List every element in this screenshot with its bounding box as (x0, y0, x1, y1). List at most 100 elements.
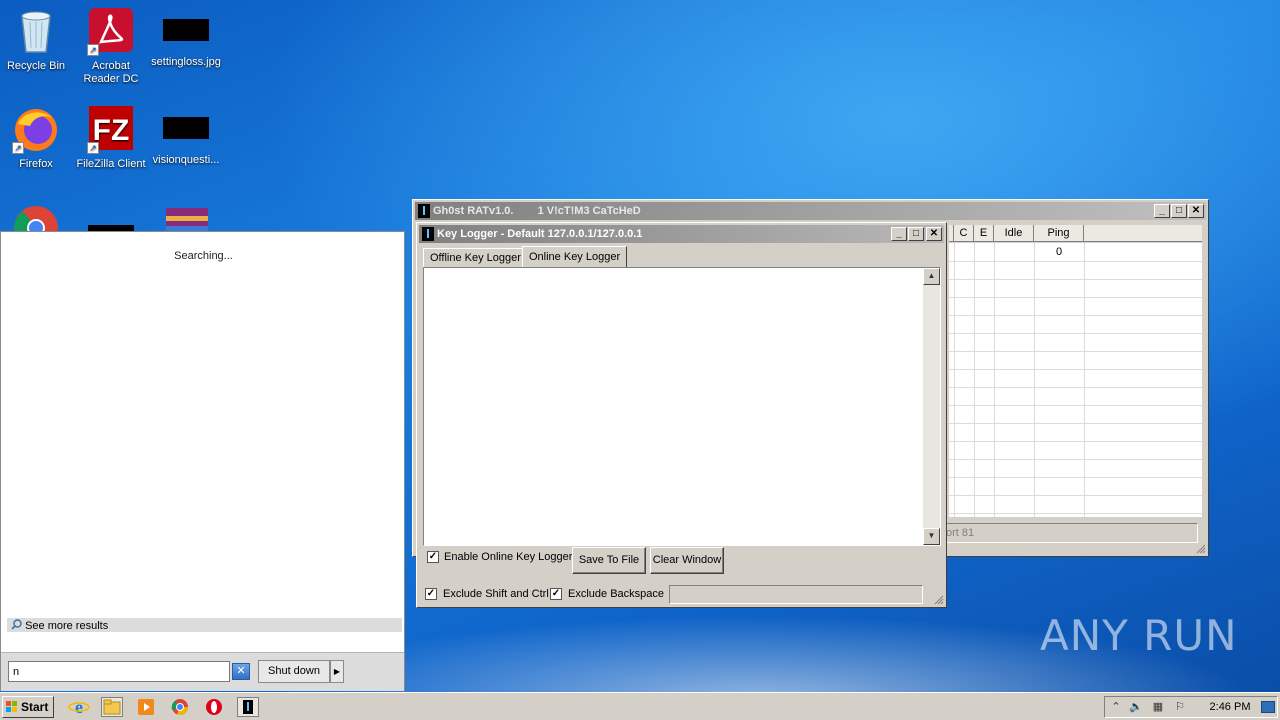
see-more-label: See more results (25, 620, 109, 632)
gh0st-subtitle: 1 V!cT!M3 CaTcHeD (537, 205, 641, 217)
grid-line (1034, 243, 1035, 517)
firefox-icon: ↗ (12, 106, 60, 154)
desktop-icon-label: settingloss.jpg (151, 56, 221, 68)
grid-line (974, 243, 975, 517)
status-text: ort 81 (946, 527, 975, 539)
enable-online-label: Enable Online Key Logger (444, 551, 573, 563)
column-header-idle[interactable]: Idle (994, 225, 1034, 242)
shutdown-options-arrow-icon[interactable]: ▶ (330, 660, 344, 683)
desktop-icon-label: FileZilla Client (76, 158, 146, 170)
watermark-text: ANY RUN (1040, 611, 1238, 660)
minimize-button[interactable]: _ (891, 227, 907, 241)
scroll-up-icon[interactable]: ▲ (923, 268, 940, 285)
scroll-down-icon[interactable]: ▼ (923, 528, 940, 545)
start-menu-bottom-bar: ✕ Shut down ▶ (1, 652, 404, 691)
grid-line (954, 243, 955, 517)
close-button[interactable]: ✕ (926, 227, 942, 241)
show-hidden-icons-icon[interactable]: ⌃ (1109, 701, 1123, 714)
desktop-icon-filezilla[interactable]: FZ ↗ FileZilla Client (73, 106, 149, 171)
maximize-button[interactable]: □ (908, 227, 924, 241)
desktop-icon-settingloss[interactable]: settingloss.jpg (148, 8, 224, 69)
column-header-c[interactable]: C (954, 225, 974, 242)
maximize-button[interactable]: □ (1171, 204, 1187, 218)
grid-line (949, 441, 1202, 442)
explorer-icon[interactable] (101, 697, 123, 717)
shortcut-arrow-icon: ↗ (87, 142, 99, 154)
desktop-icon-visionquest[interactable]: visionquesti... (148, 106, 224, 167)
winrar-icon[interactable] (164, 206, 210, 231)
action-center-flag-icon[interactable]: ⚐ (1173, 701, 1187, 714)
start-menu: Searching... See more results ✕ Shut dow… (0, 231, 405, 691)
desktop-icon-recycle-bin[interactable]: Recycle Bin (0, 8, 74, 73)
column-header-ping[interactable]: Ping (1034, 225, 1084, 242)
clients-list-header: C E Idle Ping (949, 225, 1202, 242)
desktop-icon-acrobat[interactable]: ↗ Acrobat Reader DC (73, 8, 149, 86)
ping-cell: 0 (1055, 246, 1063, 258)
desktop-icon-label: Recycle Bin (6, 60, 66, 72)
grid-line (949, 351, 1202, 352)
start-label: Start (21, 700, 49, 714)
start-button[interactable]: Start (2, 696, 54, 718)
exclude-shift-checkbox[interactable]: ✓ (425, 588, 437, 600)
desktop-icon-label: visionquesti... (152, 154, 220, 166)
chrome-icon[interactable] (169, 697, 191, 717)
shutdown-button[interactable]: Shut down (258, 660, 330, 683)
status-bar: ort 81 (943, 523, 1198, 543)
close-button[interactable]: ✕ (1188, 204, 1204, 218)
exclude-backspace-checkbox[interactable]: ✓ (550, 588, 562, 600)
svg-text:e: e (75, 697, 83, 717)
see-more-results-link[interactable]: See more results (7, 618, 402, 632)
internet-explorer-icon[interactable]: e (68, 697, 90, 717)
media-player-icon[interactable] (135, 697, 157, 717)
clear-search-icon[interactable]: ✕ (232, 663, 250, 680)
taskbar-clock[interactable]: 2:46 PM (1205, 697, 1255, 718)
keylogger-status-field (669, 585, 923, 604)
column-header-blank (1084, 225, 1202, 242)
gh0st-taskbar-icon[interactable] (237, 697, 259, 717)
keylog-scrollbar[interactable]: ▲ ▼ (923, 268, 940, 545)
chrome-icon[interactable] (13, 205, 59, 231)
resize-grip-icon[interactable] (1196, 544, 1206, 554)
acrobat-icon: ↗ (87, 8, 135, 56)
grid-line (949, 495, 1202, 496)
desktop-icon-label: Acrobat Reader DC (83, 60, 139, 85)
resize-grip-icon[interactable] (934, 595, 944, 605)
grid-line (949, 423, 1202, 424)
exclude-shift-label: Exclude Shift and Ctrl (443, 588, 549, 600)
grid-line (949, 279, 1202, 280)
filezilla-icon: FZ ↗ (87, 106, 135, 154)
grid-line (949, 369, 1202, 370)
enable-online-checkbox[interactable]: ✓ (427, 551, 439, 563)
shortcut-arrow-icon: ↗ (12, 142, 24, 154)
system-tray: ⌃ 🔈 ▦ ⚐ 2:46 PM (1104, 696, 1278, 718)
recycle-bin-icon (12, 8, 60, 56)
keylogger-titlebar[interactable]: Key Logger - Default 127.0.0.1/127.0.0.1… (419, 225, 944, 243)
tab-online-key-logger[interactable]: Online Key Logger (522, 246, 628, 267)
taskbar: Start e ⌃ 🔈 ▦ ⚐ 2:46 PM (0, 692, 1280, 720)
desktop-icon-firefox[interactable]: ↗ Firefox (0, 106, 74, 171)
grid-line (949, 459, 1202, 460)
grid-line (949, 405, 1202, 406)
grid-line (949, 387, 1202, 388)
grid-line (949, 315, 1202, 316)
gh0st-app-icon (418, 204, 430, 218)
clear-window-button[interactable]: Clear Window (650, 547, 724, 574)
gh0st-titlebar[interactable]: Gh0st RATv1.0. 1 V!cT!M3 CaTcHeD _ □ ✕ (415, 202, 1206, 220)
grid-line (994, 243, 995, 517)
grid-line (949, 261, 1202, 262)
start-search-input[interactable] (8, 661, 230, 682)
windows-logo-icon (6, 701, 18, 713)
minimize-button[interactable]: _ (1154, 204, 1170, 218)
save-to-file-button[interactable]: Save To File (572, 547, 646, 574)
keylog-output[interactable]: ▲ ▼ (423, 267, 941, 546)
grid-line (949, 477, 1202, 478)
file-icon (163, 117, 209, 139)
column-header-e[interactable]: E (974, 225, 994, 242)
show-desktop-icon[interactable] (1261, 701, 1275, 713)
opera-icon[interactable] (203, 697, 225, 717)
keylogger-app-icon (422, 227, 434, 241)
volume-icon[interactable]: 🔈 (1129, 701, 1143, 714)
network-icon[interactable]: ▦ (1151, 701, 1165, 714)
clients-list[interactable]: 0 (949, 243, 1202, 517)
tab-offline-key-logger[interactable]: Offline Key Logger (423, 248, 528, 267)
